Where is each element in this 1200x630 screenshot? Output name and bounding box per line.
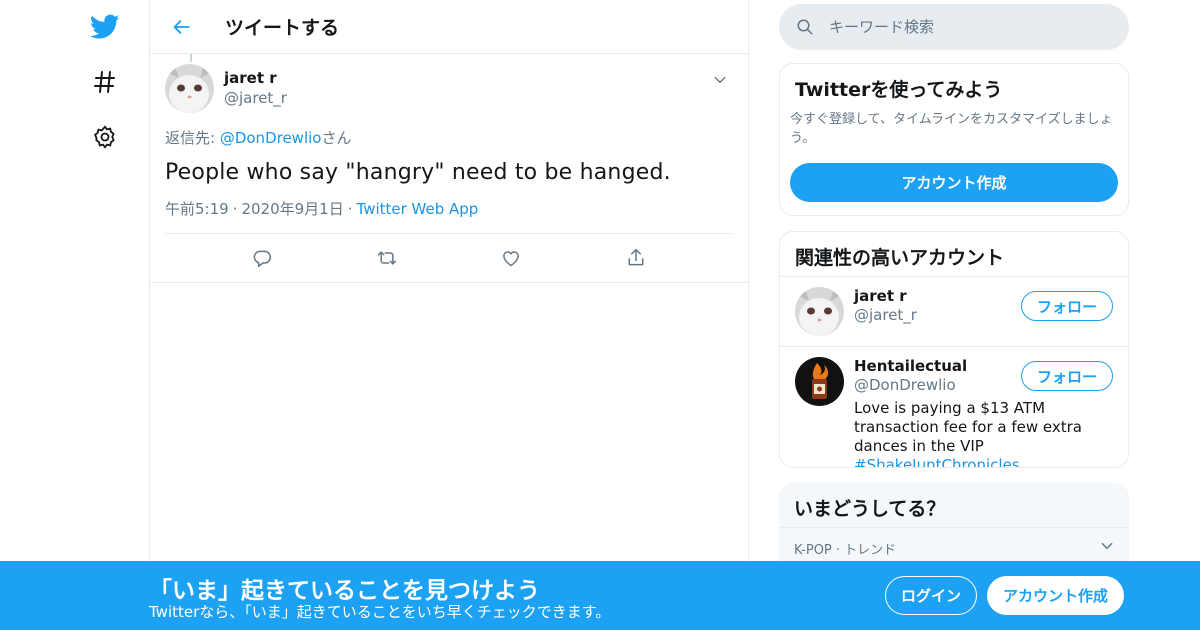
tweet-source-link[interactable]: Twitter Web App (357, 200, 479, 218)
avatar[interactable] (795, 287, 844, 336)
page-title: ツイートする (225, 17, 340, 39)
like-icon[interactable] (493, 240, 529, 276)
avatar[interactable] (795, 357, 844, 406)
trend-meta: K-POP · トレンド (794, 543, 897, 558)
gear-icon[interactable] (88, 120, 122, 154)
search-input[interactable] (829, 18, 1109, 36)
tweet-text: People who say "hangry" need to be hange… (165, 160, 671, 185)
column-header: ツイートする (150, 0, 748, 54)
reply-suffix: さん (321, 129, 352, 147)
list-item[interactable]: Hentailectual @DonDrewlio Love is paying… (780, 346, 1128, 467)
signup-banner: 「いま」起きていることを見つけよう Twitterなら、「いま」起きていることを… (0, 561, 1200, 630)
tweet-time[interactable]: 午前5:19 (165, 200, 229, 218)
signup-card-title: Twitterを使ってみよう (795, 79, 1003, 101)
tweet: jaret r @jaret_r 返信先: @DonDrewlioさん Peop… (150, 54, 748, 282)
author-handle[interactable]: @jaret_r (224, 88, 287, 108)
hashtag-icon[interactable] (88, 65, 122, 99)
related-accounts-title: 関連性の高いアカウント (780, 232, 1128, 277)
meta-separator: · (232, 200, 238, 218)
hashtag-link[interactable]: #ShakeJuntChronicles (854, 456, 1020, 467)
divider (150, 282, 748, 283)
tweet-header: jaret r @jaret_r (165, 54, 733, 113)
follow-button[interactable]: フォロー (1021, 291, 1113, 321)
account-bio: Love is paying a $13 ATM transaction fee… (854, 399, 1119, 467)
signup-card: Twitterを使ってみよう 今すぐ登録して、タイムラインをカスタマイズしましょ… (779, 63, 1129, 216)
meta-separator: · (347, 200, 353, 218)
tweet-actions (165, 234, 733, 282)
chevron-down-icon[interactable] (710, 70, 730, 90)
trends-title: いまどうしてる？ (779, 483, 1129, 528)
author-block[interactable]: jaret r @jaret_r (224, 68, 287, 108)
twitter-page: ツイートする jaret r @jaret_r 返信先: @DonDrewlio… (0, 0, 1200, 630)
tweet-column: ツイートする jaret r @jaret_r 返信先: @DonDrewlio… (149, 0, 749, 630)
tweet-date[interactable]: 2020年9月1日 (241, 200, 343, 218)
author-name[interactable]: jaret r (224, 68, 287, 88)
follow-button[interactable]: フォロー (1021, 361, 1113, 391)
banner-subtitle: Twitterなら、「いま」起きていることをいち早くチェックできます。 (149, 603, 611, 621)
chevron-down-icon[interactable] (1100, 539, 1114, 558)
avatar[interactable] (165, 64, 214, 113)
banner-title: 「いま」起きていることを見つけよう (149, 578, 540, 604)
reply-context: 返信先: @DonDrewlioさん (165, 127, 733, 148)
account-info: jaret r @jaret_r (854, 287, 917, 336)
account-handle[interactable]: @jaret_r (854, 306, 917, 325)
search-box[interactable] (779, 4, 1129, 50)
search-icon (795, 17, 815, 37)
list-item[interactable]: jaret r @jaret_r フォロー (780, 277, 1128, 346)
account-name[interactable]: jaret r (854, 287, 917, 306)
signup-card-description: 今すぐ登録して、タイムラインをカスタマイズしましょう。 (790, 112, 1113, 146)
arrow-left-icon[interactable] (167, 12, 197, 42)
reply-mention-link[interactable]: @DonDrewlio (220, 129, 322, 147)
signup-button[interactable]: アカウント作成 (987, 576, 1124, 615)
reply-icon[interactable] (244, 240, 280, 276)
twitter-bird-icon[interactable] (88, 10, 122, 44)
tweet-meta: 午前5:19 · 2020年9月1日 · Twitter Web App (165, 198, 733, 234)
retweet-icon[interactable] (369, 240, 405, 276)
login-button[interactable]: ログイン (885, 576, 977, 615)
create-account-button[interactable]: アカウント作成 (790, 163, 1118, 202)
related-accounts-card: 関連性の高いアカウント jaret r @jaret_r フォロー Hentai… (779, 231, 1129, 468)
account-bio-text: Love is paying a $13 ATM transaction fee… (854, 399, 1082, 455)
reply-prefix: 返信先: (165, 129, 220, 147)
share-icon[interactable] (618, 240, 654, 276)
